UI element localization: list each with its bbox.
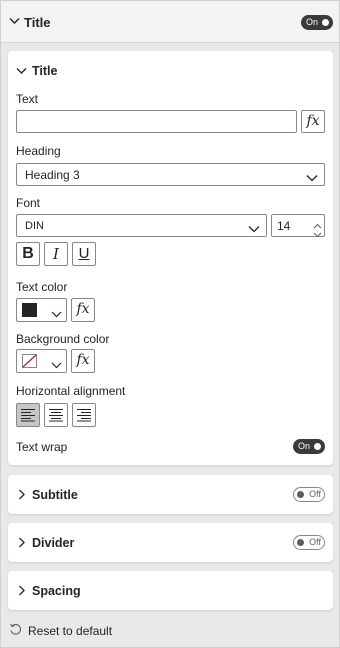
chevron-down-icon: [248, 222, 260, 236]
title-card: Title Text fx Heading Heading 3 Font DIN…: [8, 51, 333, 465]
card-title: Divider: [32, 536, 75, 550]
toggle-label: On: [298, 441, 311, 451]
italic-icon: I: [53, 245, 59, 263]
chevron-down-icon[interactable]: [9, 17, 20, 25]
background-color-picker[interactable]: [16, 349, 67, 373]
font-family-dropdown[interactable]: DIN: [16, 214, 267, 237]
align-center-button[interactable]: [44, 403, 68, 427]
subtitle-toggle[interactable]: Off: [293, 487, 325, 502]
text-input[interactable]: [16, 110, 297, 133]
card-title: Subtitle: [32, 488, 78, 502]
toggle-label: Off: [309, 489, 321, 499]
toggle-knob: [297, 491, 304, 498]
card-title: Spacing: [32, 584, 81, 598]
font-size-stepper[interactable]: 14: [271, 214, 325, 238]
text-wrap-toggle[interactable]: On: [293, 439, 325, 454]
chevron-right-icon[interactable]: [18, 537, 25, 548]
background-color-fx-button[interactable]: fx: [71, 349, 95, 373]
horizontal-alignment-label: Horizontal alignment: [16, 384, 126, 398]
bold-icon: B: [22, 245, 34, 262]
text-label: Text: [16, 92, 39, 106]
subtitle-card[interactable]: Subtitle Off: [8, 475, 333, 514]
align-center-icon: [49, 409, 63, 422]
card-title: Title: [32, 64, 58, 78]
heading-value: Heading 3: [25, 168, 80, 182]
bold-button[interactable]: B: [16, 242, 40, 266]
section-title: Title: [24, 15, 51, 30]
toggle-label: Off: [309, 537, 321, 547]
fx-icon: fx: [306, 113, 320, 129]
divider-toggle[interactable]: Off: [293, 535, 325, 550]
fx-icon: fx: [76, 352, 90, 368]
chevron-down-icon: [306, 171, 318, 185]
underline-button[interactable]: U: [72, 242, 96, 266]
reset-icon[interactable]: [9, 623, 22, 639]
text-color-picker[interactable]: [16, 298, 67, 322]
background-color-label: Background color: [16, 332, 110, 346]
toggle-knob: [322, 19, 329, 26]
align-right-button[interactable]: [72, 403, 96, 427]
align-right-icon: [77, 409, 91, 422]
heading-label: Heading: [16, 144, 61, 158]
spacing-card[interactable]: Spacing: [8, 571, 333, 610]
font-label: Font: [16, 196, 41, 210]
chevron-down-icon[interactable]: [16, 67, 27, 75]
fx-icon: fx: [76, 301, 90, 317]
toggle-knob: [314, 443, 321, 450]
color-swatch: [22, 303, 37, 317]
heading-dropdown[interactable]: Heading 3: [16, 163, 325, 186]
text-wrap-label: Text wrap: [16, 440, 68, 454]
chevron-right-icon[interactable]: [18, 585, 25, 596]
toggle-knob: [297, 539, 304, 546]
format-pane: Title On Title Text fx Heading Heading 3…: [0, 0, 340, 648]
text-color-label: Text color: [16, 280, 68, 294]
chevron-right-icon[interactable]: [18, 489, 25, 500]
italic-button[interactable]: I: [44, 242, 68, 266]
chevron-down-icon: [51, 358, 62, 372]
font-family-value: DIN: [25, 220, 44, 232]
align-left-button[interactable]: [16, 403, 40, 427]
font-size-value: 14: [277, 219, 291, 233]
underline-icon: U: [78, 245, 90, 262]
chevron-down-icon[interactable]: [313, 227, 322, 241]
chevron-down-icon: [51, 307, 62, 321]
reset-to-default-link[interactable]: Reset to default: [28, 624, 112, 638]
title-section-header[interactable]: Title On: [1, 1, 339, 43]
toggle-label: On: [306, 17, 319, 27]
no-color-swatch-icon: [22, 354, 37, 371]
divider-card[interactable]: Divider Off: [8, 523, 333, 562]
text-color-fx-button[interactable]: fx: [71, 298, 95, 322]
title-toggle[interactable]: On: [301, 15, 333, 30]
align-left-icon: [21, 409, 35, 422]
text-fx-button[interactable]: fx: [301, 110, 325, 133]
